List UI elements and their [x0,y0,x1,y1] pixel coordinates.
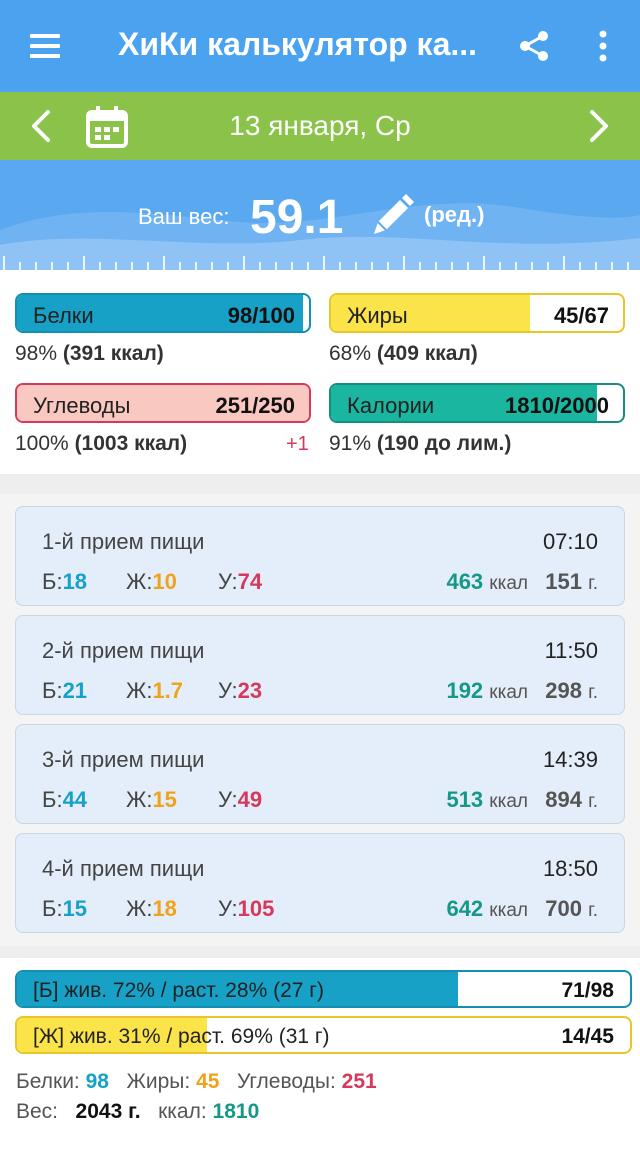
meal-time: 14:39 [542,747,598,772]
meal-weight: 894 г. [545,787,598,812]
meal-card[interactable]: 1-й прием пищи 07:10 Б:18 Ж:10 У:74 463 … [15,506,625,606]
app-title: ХиКи калькулятор ка... [118,26,478,62]
carbs-over-value: +1 [286,433,309,455]
meal-card[interactable]: 3-й прием пищи 14:39 Б:44 Ж:15 У:49 513 … [15,724,625,824]
meal-weight: 700 г. [545,896,598,921]
calories-label: Калории [347,393,435,418]
meals-list: 1-й прием пищи 07:10 Б:18 Ж:10 У:74 463 … [0,494,640,946]
fat-value: 45/67 [553,303,609,328]
hamburger-menu-icon[interactable] [26,30,66,62]
pencil-icon[interactable] [370,194,414,238]
meal-title: 4-й прием пищи [42,856,205,881]
meal-weight: 151 г. [545,569,598,594]
meal-protein: Б:44 [42,787,88,812]
macro-totals: Белки: 98 Жиры: 45 Углеводы: 251 [16,1070,377,1093]
nutrient-summary: Белки 98/100 98% (391 ккал) Жиры 45/67 6… [0,270,640,474]
share-icon[interactable] [516,28,552,64]
date-bar: 13 января, Ср [0,92,640,160]
protein-sub: 98% (391 ккал) [15,342,164,365]
meal-title: 3-й прием пищи [42,747,205,772]
meal-fat: Ж:10 [126,569,177,594]
meal-kcal: 192 ккал [446,678,528,703]
weight-kcal-totals: Вес: 2043 г. ккал: 1810 [16,1100,260,1123]
calories-pill[interactable]: Калории 1810/2000 [329,383,625,423]
weight-label: Ваш вес: [138,204,230,229]
more-vertical-icon[interactable] [590,28,616,64]
fat-sub: 68% (409 ккал) [329,342,478,365]
meal-protein: Б:18 [42,569,88,594]
meal-card[interactable]: 4-й прием пищи 18:50 Б:15 Ж:18 У:105 642… [15,833,625,933]
meal-kcal: 642 ккал [446,896,528,921]
meal-title: 1-й прием пищи [42,529,205,554]
meal-fat: Ж:18 [126,896,177,921]
protein-source-bar[interactable]: [Б] жив. 72% / раст. 28% (27 г) 71/98 [15,970,632,1008]
fat-source-value: 14/45 [561,1025,614,1048]
meal-fat: Ж:15 [126,787,177,812]
calories-sub: 91% (190 до лим.) [329,432,512,455]
meal-card[interactable]: 2-й прием пищи 11:50 Б:21 Ж:1.7 У:23 192… [15,615,625,715]
protein-label: Белки [33,303,94,328]
meal-time: 18:50 [542,856,598,881]
meal-fat: Ж:1.7 [126,678,184,703]
meal-protein: Б:15 [42,896,88,921]
fat-source-label: [Ж] жив. 31% / раст. 69% (31 г) [33,1025,330,1048]
calories-value: 1810/2000 [505,393,609,418]
protein-source-label: [Б] жив. 72% / раст. 28% (27 г) [33,979,324,1002]
fat-pill[interactable]: Жиры 45/67 [329,293,625,333]
fat-source-bar[interactable]: [Ж] жив. 31% / раст. 69% (31 г) 14/45 [15,1016,632,1054]
daily-stats: [Б] жив. 72% / раст. 28% (27 г) 71/98 [Ж… [0,958,640,1172]
meal-carbs: У:74 [218,569,263,594]
meal-carbs: У:23 [218,678,263,703]
meal-carbs: У:105 [218,896,275,921]
carbs-value: 251/250 [215,393,295,418]
current-date[interactable]: 13 января, Ср [0,110,640,142]
meal-time: 07:10 [542,529,598,554]
protein-value: 98/100 [227,303,295,328]
meal-title: 2-й прием пищи [42,638,205,663]
meal-kcal: 463 ккал [446,569,528,594]
meal-carbs: У:49 [218,787,263,812]
meal-time: 11:50 [544,638,598,663]
weight-value: 59.1 [250,191,344,244]
carbs-sub: 100% (1003 ккал) [15,432,188,455]
fat-label: Жиры [347,303,408,328]
carbs-label: Углеводы [33,393,131,418]
edit-weight-link[interactable]: (ред.) [424,202,484,228]
meal-weight: 298 г. [545,678,598,703]
carbs-pill[interactable]: Углеводы 251/250 [15,383,311,423]
weight-panel[interactable]: Ваш вес: 59.1 (ред.) [0,160,640,270]
protein-pill[interactable]: Белки 98/100 [15,293,311,333]
protein-source-value: 71/98 [561,979,614,1002]
meal-protein: Б:21 [42,678,88,703]
meal-kcal: 513 ккал [446,787,528,812]
app-bar: ХиКи калькулятор ка... [0,0,640,92]
chevron-right-icon[interactable] [584,106,614,146]
